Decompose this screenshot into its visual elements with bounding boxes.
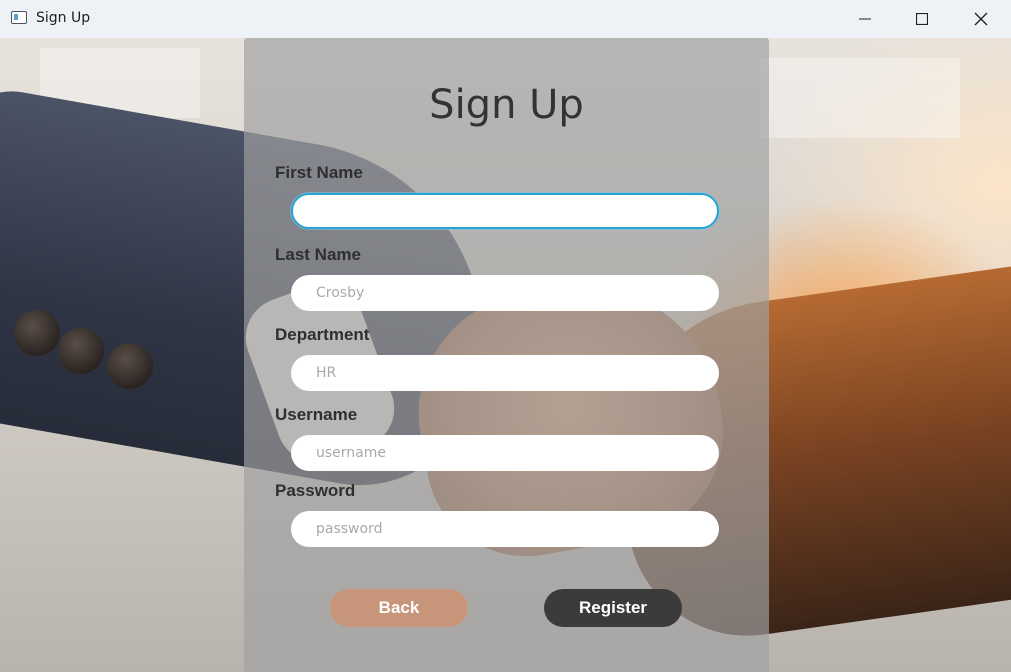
first-name-field[interactable] <box>291 193 719 229</box>
department-label: Department <box>275 325 370 344</box>
last-name-field[interactable] <box>291 275 719 311</box>
minimize-button[interactable] <box>836 0 894 38</box>
background-image: Sign Up First Name Last Name Department … <box>0 38 1011 672</box>
app-icon <box>11 11 27 24</box>
signup-panel: Sign Up First Name Last Name Department … <box>244 38 769 672</box>
window-titlebar: Sign Up <box>0 0 1011 39</box>
maximize-icon <box>916 13 928 25</box>
sleeve-button <box>58 328 104 374</box>
maximize-button[interactable] <box>893 0 951 38</box>
back-button[interactable]: Back <box>330 589 468 627</box>
last-name-label: Last Name <box>275 245 361 264</box>
department-field[interactable] <box>291 355 719 391</box>
sleeve-button <box>14 310 60 356</box>
form-heading: Sign Up <box>429 82 584 128</box>
sleeve-button <box>107 343 153 389</box>
register-button[interactable]: Register <box>544 589 682 627</box>
minimize-icon <box>859 18 871 20</box>
username-label: Username <box>275 405 358 424</box>
window-light <box>760 58 960 138</box>
close-button[interactable] <box>952 0 1010 38</box>
first-name-label: First Name <box>275 163 363 182</box>
username-field[interactable] <box>291 435 719 471</box>
window-title: Sign Up <box>36 10 91 26</box>
password-label: Password <box>275 481 356 500</box>
password-field[interactable] <box>291 511 719 547</box>
close-icon <box>974 12 988 26</box>
